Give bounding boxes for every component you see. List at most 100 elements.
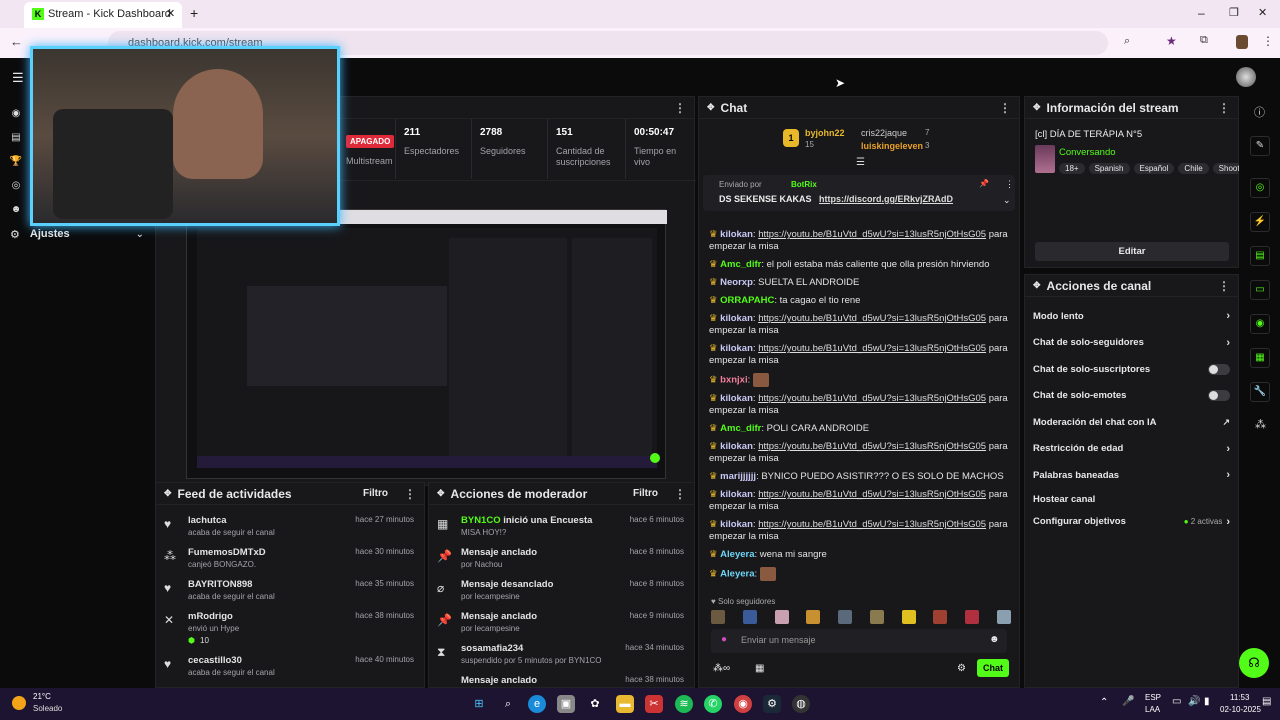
snipping-icon[interactable]: ✂ — [645, 695, 663, 713]
emoji-icon[interactable]: ☻ — [989, 634, 1000, 645]
document-icon[interactable]: ▤ — [1250, 246, 1270, 266]
close-window-button[interactable]: ✕ — [1258, 6, 1267, 19]
chat-input[interactable]: ● Enviar un mensaje ☻ — [711, 629, 1007, 653]
steam-icon[interactable]: ⚙ — [763, 695, 781, 713]
search-icon[interactable]: ⌕ — [499, 695, 517, 713]
camera-icon[interactable]: ◎ — [9, 180, 23, 194]
info-menu-icon[interactable]: ⋮ — [1218, 101, 1230, 115]
mod-filter-button[interactable]: Filtro — [633, 488, 658, 499]
chat-link[interactable]: https://youtu.be/B1uVtd_d5wU?si=13lusR5n… — [758, 313, 986, 324]
emote-2-icon[interactable] — [742, 610, 757, 624]
chat-username[interactable]: marijjjjjj — [720, 471, 756, 482]
chat-username[interactable]: kilokan — [720, 393, 753, 404]
emote-4-icon[interactable] — [806, 610, 821, 624]
action-host-channel[interactable]: Hostear canal — [1025, 489, 1238, 511]
feed-filter-button[interactable]: Filtro — [363, 488, 388, 499]
actions-drag-icon[interactable]: ✥ — [1033, 280, 1041, 291]
back-icon[interactable]: ← — [10, 34, 23, 49]
chat-username[interactable]: Amc_difr — [720, 423, 761, 434]
camera-rail-icon[interactable]: ◎ — [1250, 178, 1270, 198]
volume-icon[interactable]: 🔊 — [1188, 696, 1200, 707]
wrench-icon[interactable]: 🔧 — [1250, 382, 1270, 402]
chat-send-button[interactable]: Chat — [977, 659, 1009, 677]
user-avatar[interactable] — [1236, 67, 1256, 87]
app-2-icon[interactable]: ◍ — [792, 695, 810, 713]
pinned-by-user[interactable]: BotRix — [791, 180, 817, 189]
mod-user[interactable]: BYN1CO — [461, 515, 501, 526]
action-age-restriction[interactable]: Restricción de edad › — [1025, 436, 1238, 463]
mod-drag-icon[interactable]: ✥ — [437, 488, 445, 499]
stream-icon[interactable]: ◉ — [9, 108, 23, 122]
chat-link[interactable]: https://youtu.be/B1uVtd_d5wU?si=13lusR5n… — [758, 229, 986, 240]
pin-icon[interactable]: 📌 — [979, 179, 989, 188]
emote-3-icon[interactable] — [774, 610, 789, 624]
app-icon[interactable]: ▣ — [557, 695, 575, 713]
tray-chevron-icon[interactable]: ⌃ — [1100, 697, 1108, 708]
chat-username[interactable]: kilokan — [720, 343, 753, 354]
weather-icon[interactable] — [12, 696, 26, 710]
chat-username[interactable]: kilokan — [720, 489, 753, 500]
bookmark-star-icon[interactable]: ★ — [1166, 34, 1177, 48]
emote-8-icon[interactable] — [933, 610, 948, 624]
mod-entry[interactable]: sosamafia234 — [461, 643, 523, 654]
store-icon[interactable]: ▦ — [755, 663, 764, 674]
chat-username[interactable]: kilokan — [720, 313, 753, 324]
new-tab-button[interactable]: + — [190, 5, 198, 21]
edit-button[interactable]: Editar — [1035, 242, 1229, 261]
emote-1-icon[interactable] — [711, 610, 725, 624]
profile-avatar[interactable] — [1236, 35, 1248, 49]
leader-3-name[interactable]: luiskingeleven — [861, 141, 923, 151]
action-followers-only[interactable]: Chat de solo-seguidores › — [1025, 330, 1238, 357]
chat-bubble-icon[interactable]: ▭ — [1250, 280, 1270, 300]
chat-link[interactable]: https://youtu.be/B1uVtd_d5wU?si=13lusR5n… — [758, 393, 986, 404]
minimize-button[interactable]: – — [1198, 6, 1205, 20]
feed-user[interactable]: mRodrigo — [188, 611, 233, 622]
chat-username[interactable]: ORRAPAHC — [720, 295, 774, 306]
chat-username[interactable]: Neorxp — [720, 277, 753, 288]
trophy-icon[interactable]: 🏆 — [9, 156, 23, 170]
collapse-leaderboard-icon[interactable]: ☰ — [856, 157, 865, 168]
preview-menu-icon[interactable]: ⋮ — [674, 101, 686, 115]
chat-username[interactable]: bxnjxi — [720, 375, 747, 386]
layout-icon[interactable]: ▦ — [1250, 348, 1270, 368]
action-goals[interactable]: Configurar objetivos ● 2 activas › — [1025, 511, 1238, 533]
feed-user[interactable]: cecastillo30 — [188, 655, 242, 666]
emote-7-icon[interactable] — [901, 610, 916, 624]
pinned-menu-icon[interactable]: ⋮ — [1005, 179, 1014, 190]
emote-6-icon[interactable] — [869, 610, 884, 624]
library-icon[interactable]: ▤ — [9, 132, 23, 146]
mic-tray-icon[interactable]: 🎤 — [1122, 696, 1134, 707]
community-icon[interactable]: ☻ — [9, 204, 23, 218]
feed-user[interactable]: FumemosDMTxD — [188, 547, 266, 558]
tab-close-icon[interactable]: ✕ — [166, 7, 175, 20]
feed-menu-icon[interactable]: ⋮ — [404, 487, 416, 501]
expand-pinned-icon[interactable]: ⌄ — [1003, 195, 1011, 206]
mic-icon[interactable]: ● — [721, 634, 727, 645]
file-explorer-icon[interactable]: ▬ — [616, 695, 634, 713]
emote-10-icon[interactable] — [996, 610, 1011, 624]
edge-icon[interactable]: e — [528, 695, 546, 713]
emote-9-icon[interactable] — [965, 610, 980, 624]
action-banned-words[interactable]: Palabras baneadas › — [1025, 462, 1238, 489]
browser-tab[interactable]: K Stream - Kick Dashboard ✕ — [24, 2, 182, 28]
chat-username[interactable]: kilokan — [720, 441, 753, 452]
chat-link[interactable]: https://youtu.be/B1uVtd_d5wU?si=13lusR5n… — [758, 519, 986, 530]
leader-2-name[interactable]: cris22jaque — [861, 128, 907, 138]
chat-username[interactable]: Aleyera — [720, 569, 754, 580]
info-icon[interactable]: ⓘ — [1254, 104, 1265, 120]
windows-start-icon[interactable]: ⊞ — [470, 695, 488, 713]
stream-video-preview[interactable] — [186, 209, 667, 479]
more-options-icon[interactable]: ⁂ — [1255, 418, 1266, 431]
subs-only-toggle[interactable] — [1208, 363, 1230, 375]
actions-menu-icon[interactable]: ⋮ — [1218, 279, 1230, 293]
chat-username[interactable]: Amc_difr — [720, 259, 761, 270]
support-button[interactable]: ☊ — [1239, 648, 1269, 678]
leader-1-name[interactable]: byjohn22 — [805, 128, 845, 138]
extensions-icon[interactable]: ⧉ — [1200, 34, 1208, 47]
lang-2[interactable]: LAA — [1145, 705, 1160, 714]
chat-username[interactable]: kilokan — [720, 519, 753, 530]
clock-time[interactable]: 11:53 — [1230, 693, 1249, 702]
maximize-button[interactable]: ❐ — [1229, 6, 1239, 19]
feed-user[interactable]: BAYRITON898 — [188, 579, 252, 590]
lightning-icon[interactable]: ⚡ — [1250, 212, 1270, 232]
